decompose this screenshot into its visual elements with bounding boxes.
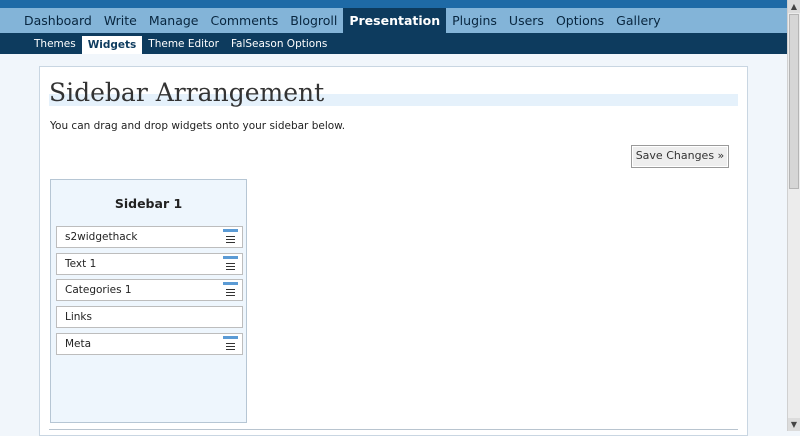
sub-nav-falseason-options[interactable]: FalSeason Options [225,35,333,53]
sidebar-title: Sidebar 1 [114,196,183,211]
sub-nav: Themes Widgets Theme Editor FalSeason Op… [0,33,787,54]
widget-label: Text 1 [65,258,97,270]
widget-control-icon[interactable] [223,229,238,245]
widget-categories-1[interactable]: Categories 1 [56,279,243,301]
main-nav-users[interactable]: Users [503,8,550,33]
main-nav-manage[interactable]: Manage [143,8,205,33]
scroll-down-arrow-icon[interactable]: ▼ [788,418,800,431]
main-nav-comments[interactable]: Comments [205,8,285,33]
main-nav: Dashboard Write Manage Comments Blogroll… [0,8,787,33]
scroll-up-arrow-icon[interactable]: ▲ [788,0,800,13]
main-nav-presentation[interactable]: Presentation [343,8,447,33]
page-title: Sidebar Arrangement [49,78,325,107]
widget-meta[interactable]: Meta [56,333,243,355]
scrollbar-thumb[interactable] [789,14,799,189]
widget-text-1[interactable]: Text 1 [56,253,243,275]
vertical-scrollbar[interactable]: ▲ ▼ [787,0,800,431]
widget-label: s2widgethack [65,231,138,243]
widget-links[interactable]: Links [56,306,243,328]
panel-divider [49,429,738,430]
admin-header-band [0,0,787,8]
widget-control-icon[interactable] [223,282,238,298]
widget-label: Meta [65,338,92,350]
widget-control-icon[interactable] [223,256,238,272]
sidebar-dropzone[interactable]: Sidebar 1 s2widgethack Text 1 Categories… [50,179,247,423]
sub-nav-theme-editor[interactable]: Theme Editor [142,35,225,53]
main-nav-write[interactable]: Write [98,8,143,33]
sub-nav-widgets[interactable]: Widgets [81,36,143,54]
intro-text: You can drag and drop widgets onto your … [50,120,346,132]
sub-nav-themes[interactable]: Themes [28,35,82,53]
main-nav-blogroll[interactable]: Blogroll [284,8,343,33]
save-changes-button[interactable]: Save Changes » [631,145,729,168]
widget-label: Categories 1 [65,284,132,296]
widget-s2widgethack[interactable]: s2widgethack [56,226,243,248]
widget-control-icon[interactable] [223,336,238,352]
main-nav-options[interactable]: Options [550,8,610,33]
main-nav-gallery[interactable]: Gallery [610,8,667,33]
widget-label: Links [65,311,92,323]
main-nav-dashboard[interactable]: Dashboard [18,8,98,33]
main-nav-plugins[interactable]: Plugins [446,8,503,33]
